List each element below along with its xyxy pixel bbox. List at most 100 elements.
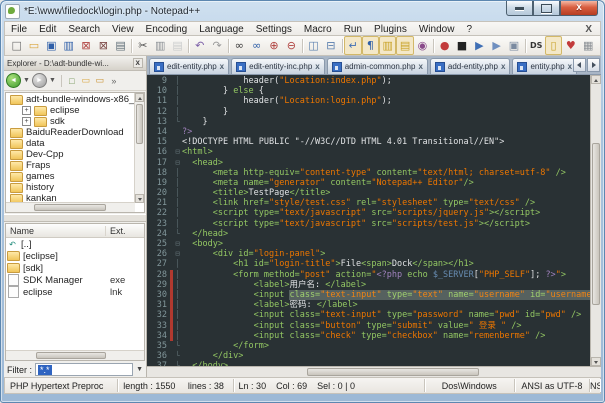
code-line-32[interactable]: 32│ <input class="text-input" type="pass… <box>147 310 590 320</box>
editor-vscroll-thumb[interactable] <box>592 143 600 305</box>
tab-close-icon[interactable]: x <box>418 63 422 71</box>
undo-button[interactable]: ↶ <box>191 36 208 55</box>
tree-hscroll-thumb[interactable] <box>34 204 106 211</box>
code-line-21[interactable]: 21│ <link href="style/test.css" rel="sty… <box>147 198 590 208</box>
tree-item-fraps[interactable]: Fraps <box>7 160 134 171</box>
panel-splitter[interactable] <box>4 214 146 222</box>
indent-guide-button[interactable]: ▥ <box>379 36 396 55</box>
sync-vertical-scroll-button[interactable]: ◫ <box>305 36 322 55</box>
code-editor[interactable]: 9│ header("Location:index.php");10│ } el… <box>147 75 590 366</box>
code-line-9[interactable]: 9│ header("Location:index.php"); <box>147 76 590 86</box>
editor-horizontal-scrollbar[interactable] <box>147 366 601 377</box>
code-line-36[interactable]: 36└ </div> <box>147 351 590 361</box>
file-list-horizontal-scrollbar[interactable] <box>6 350 144 360</box>
explorer-close-icon[interactable]: x <box>133 58 143 68</box>
tree-vscroll-thumb[interactable] <box>136 104 143 144</box>
open-folder-button[interactable]: ▭ <box>25 36 42 55</box>
tree-horizontal-scrollbar[interactable] <box>6 202 135 212</box>
find-button[interactable]: ∞ <box>231 36 248 55</box>
replace-button[interactable]: ∞ <box>248 36 265 55</box>
menubar-close-icon[interactable]: X <box>577 24 600 35</box>
code-line-19[interactable]: 19│ <meta name="generator" content="Note… <box>147 178 590 188</box>
menu-search[interactable]: Search <box>62 24 106 35</box>
editor-scroll-down-icon[interactable] <box>591 357 601 366</box>
tab-close-icon[interactable]: x <box>568 63 572 71</box>
tree-item-eclipse[interactable]: +eclipse <box>7 105 134 116</box>
menu-help[interactable]: ? <box>460 24 478 35</box>
menu-macro[interactable]: Macro <box>298 24 338 35</box>
menu-edit[interactable]: Edit <box>33 24 62 35</box>
tab-admin-common-php[interactable]: admin-common.phpx <box>327 58 428 74</box>
close-all-docs-button[interactable]: ⊠ <box>95 36 112 55</box>
word-wrap-button[interactable]: ↵ <box>344 36 361 55</box>
function-list-button[interactable]: ▤ <box>396 36 413 55</box>
code-line-35[interactable]: 35└ </form> <box>147 341 590 351</box>
code-line-29[interactable]: 29│ <label>用户名: </label> <box>147 280 590 290</box>
expand-icon[interactable]: + <box>22 117 31 126</box>
code-line-22[interactable]: 22│ <script type="text/javascript" src="… <box>147 208 590 218</box>
print-button[interactable]: ▤ <box>112 36 129 55</box>
explorer-panel-header[interactable]: Explorer - D:\adt-bundle-wi... x <box>4 56 146 71</box>
fold-collapse-icon[interactable]: ⊟ <box>173 239 182 249</box>
filter-input[interactable]: *.* <box>35 363 133 376</box>
tab-edit-entity-inc-php[interactable]: edit-entity-inc.phpx <box>231 58 325 74</box>
macro-save-button[interactable]: ▣ <box>505 36 522 55</box>
plugin-camera-button[interactable]: ▦ <box>580 36 597 55</box>
code-line-24[interactable]: 24└ </head> <box>147 229 590 239</box>
code-line-27[interactable]: 27│ <h1 id="login-title">File<span>Dock<… <box>147 259 590 269</box>
maximize-button[interactable] <box>533 1 560 16</box>
zoom-out-button[interactable]: ⊖ <box>283 36 300 55</box>
save-button[interactable]: ▣ <box>43 36 60 55</box>
code-line-23[interactable]: 23│ <script type="text/javascript" src="… <box>147 219 590 229</box>
refresh-folder-icon[interactable]: ▭ <box>79 74 93 88</box>
save-all-button[interactable]: ▥ <box>60 36 77 55</box>
macro-run-multiple-button[interactable]: ▶ <box>488 36 505 55</box>
cut-button[interactable]: ✂ <box>134 36 151 55</box>
doc-map-button[interactable]: ▯ <box>545 36 562 55</box>
code-line-15[interactable]: 15<!DOCTYPE HTML PUBLIC "-//W3C//DTD HTM… <box>147 137 590 147</box>
back-button[interactable]: ◄ <box>6 73 21 88</box>
tree-item-baidureaderdownload[interactable]: BaiduReaderDownload <box>7 127 134 138</box>
scroll-up-icon[interactable] <box>135 93 144 102</box>
menu-encoding[interactable]: Encoding <box>140 24 194 35</box>
macro-play-button[interactable]: ▶ <box>471 36 488 55</box>
code-line-31[interactable]: 31│ <label>密码: </label> <box>147 300 590 310</box>
file-row-sdk[interactable]: [sdk] <box>6 262 144 274</box>
tree-item-games[interactable]: games <box>7 171 134 182</box>
code-line-17[interactable]: 17⊟ <head> <box>147 158 590 168</box>
menu-file[interactable]: File <box>5 24 33 35</box>
fold-collapse-icon[interactable]: ⊟ <box>173 249 182 259</box>
file-list-hscroll-thumb[interactable] <box>36 352 106 359</box>
tree-item-history[interactable]: history <box>7 182 134 193</box>
forward-button[interactable]: ► <box>32 73 47 88</box>
copy-button[interactable]: ▥ <box>152 36 169 55</box>
code-line-20[interactable]: 20│ <title>TestPage</title> <box>147 188 590 198</box>
file-row-eclipse[interactable]: eclipselnk <box>6 286 144 298</box>
new-file-button[interactable]: □ <box>8 36 25 55</box>
redo-button[interactable]: ↷ <box>208 36 225 55</box>
file-row-eclipse[interactable]: [eclipse] <box>6 250 144 262</box>
folder-up-icon[interactable]: ▭ <box>93 74 107 88</box>
tab-edit-entity-php[interactable]: edit-entity.phpx <box>149 58 229 74</box>
tab-close-icon[interactable]: x <box>501 63 505 71</box>
code-line-16[interactable]: 16⊟<html> <box>147 147 590 157</box>
editor-hscroll-thumb[interactable] <box>307 368 479 376</box>
expand-icon[interactable]: + <box>22 106 31 115</box>
code-line-28[interactable]: 28│ <form method="post" action="<?php ec… <box>147 270 590 280</box>
menu-language[interactable]: Language <box>193 24 250 35</box>
close-button[interactable]: x <box>560 1 598 16</box>
menu-plugins[interactable]: Plugins <box>368 24 413 35</box>
forward-history-dropdown[interactable]: ▼ <box>47 77 58 84</box>
tab-add-entity-php[interactable]: add-entity.phpx <box>430 58 511 74</box>
code-line-14[interactable]: 14?> <box>147 127 590 137</box>
code-line-12[interactable]: 12│ } <box>147 107 590 117</box>
menu-run[interactable]: Run <box>338 24 368 35</box>
scroll-down-icon[interactable] <box>135 194 144 203</box>
file-row-help[interactable]: ↶[..] <box>6 238 144 250</box>
tree-item-data[interactable]: data <box>7 138 134 149</box>
tab-scroll-right-button[interactable] <box>587 58 600 72</box>
minimize-button[interactable] <box>506 1 533 16</box>
tree-item-dev-cpp[interactable]: Dev-Cpp <box>7 149 134 160</box>
macro-record-button[interactable]: ● <box>436 36 453 55</box>
code-line-26[interactable]: 26⊟ <div id="login-panel"> <box>147 249 590 259</box>
